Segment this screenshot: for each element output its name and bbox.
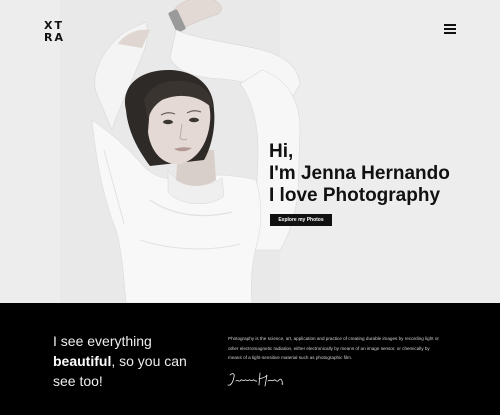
signature-image <box>227 372 284 387</box>
menu-line <box>444 28 456 30</box>
greeting-name-line: I'm Jenna Hernando <box>269 163 450 185</box>
brand-logo[interactable]: XTRA <box>44 20 66 44</box>
greeting-prefix: I'm <box>269 163 301 184</box>
intro-section: I see everything beautiful, so you can s… <box>0 303 500 415</box>
hero-section: XTRA Hi, I'm Jenna Hernando I love Photo… <box>0 0 500 303</box>
menu-line <box>444 32 456 34</box>
menu-line <box>444 24 456 26</box>
explore-photos-button[interactable]: Explore my Photos <box>270 214 332 226</box>
intro-description: Photography is the science, art, applica… <box>228 336 439 361</box>
greeting-hi: Hi, <box>269 141 294 162</box>
tagline-bold: beautiful <box>53 353 112 369</box>
greeting-tagline: I love Photography <box>269 185 441 206</box>
hamburger-menu-icon[interactable] <box>444 24 456 35</box>
tagline-part1: I see everything <box>53 333 152 349</box>
hero-greeting: Hi, I'm Jenna Hernando I love Photograph… <box>269 141 450 207</box>
person-name: Jenna Hernando <box>300 163 450 184</box>
intro-tagline: I see everything beautiful, so you can s… <box>53 331 203 391</box>
